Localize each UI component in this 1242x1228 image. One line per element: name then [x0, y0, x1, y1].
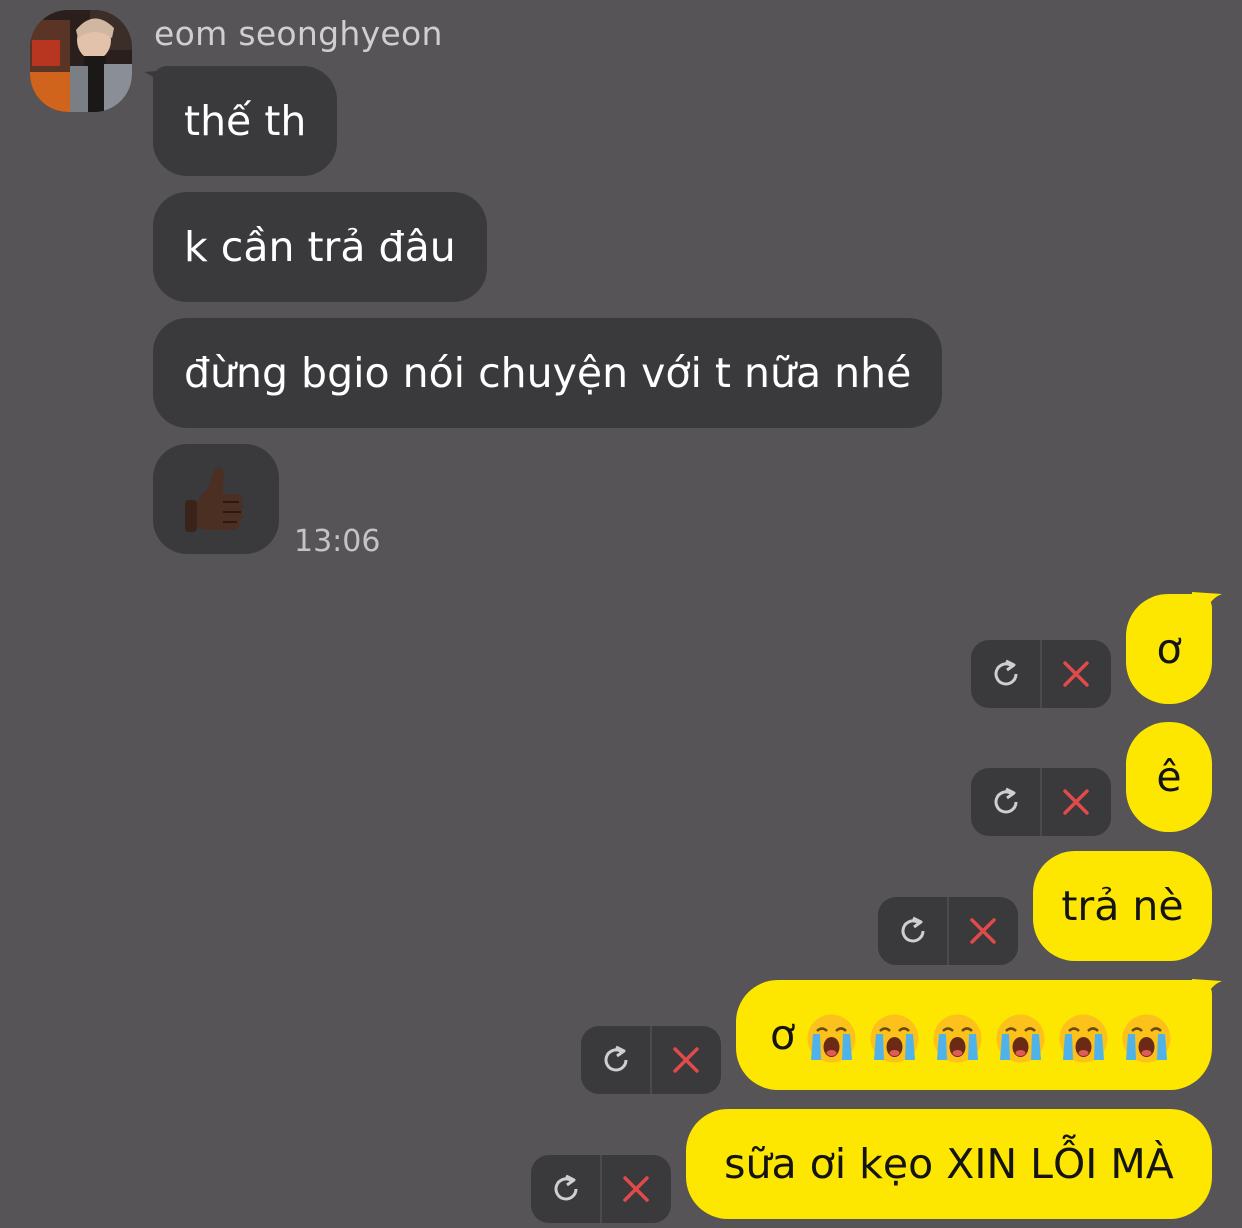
incoming-message[interactable]: thế th — [153, 66, 338, 176]
loudly-crying-face-icon — [807, 1014, 856, 1062]
delete-button[interactable] — [949, 897, 1018, 965]
contact-name: eom seonghyeon — [154, 14, 443, 53]
failed-message-actions — [971, 640, 1111, 708]
incoming-message[interactable]: k cần trả đâu — [153, 192, 487, 302]
outgoing-message[interactable]: sữa ơi kẹo XIN LỖI MÀ — [686, 1109, 1212, 1219]
message-text: ê — [1156, 753, 1182, 801]
retry-button[interactable] — [971, 640, 1040, 708]
delete-icon — [673, 1047, 700, 1073]
contact-avatar[interactable] — [30, 10, 132, 112]
retry-button[interactable] — [581, 1026, 650, 1094]
failed-message-actions — [878, 897, 1018, 965]
delete-button[interactable] — [1042, 640, 1111, 708]
message-text: trả nè — [1061, 882, 1184, 930]
delete-icon — [1063, 661, 1090, 687]
loudly-crying-face-icon — [1122, 1014, 1171, 1062]
delete-icon — [970, 918, 997, 944]
delete-button[interactable] — [1042, 768, 1111, 836]
loudly-crying-face-icon — [996, 1014, 1045, 1062]
outgoing-message[interactable]: ơ — [736, 980, 1212, 1090]
emoji-row — [795, 1011, 1173, 1062]
delete-icon — [1063, 789, 1090, 815]
loudly-crying-face-icon — [933, 1014, 982, 1062]
retry-icon — [994, 659, 1017, 686]
failed-message-actions — [971, 768, 1111, 836]
retry-button[interactable] — [878, 897, 947, 965]
message-time: 13:06 — [294, 524, 381, 559]
message-text: ơ — [1156, 625, 1182, 673]
retry-icon — [994, 787, 1017, 814]
message-text: ơ — [770, 1011, 796, 1059]
retry-icon — [901, 916, 924, 943]
message-text: sữa ơi kẹo XIN LỖI MÀ — [724, 1140, 1174, 1188]
message-text: đừng bgio nói chuyện với t nữa nhé — [184, 349, 912, 397]
thumbs-up-icon — [185, 467, 243, 532]
incoming-message[interactable]: đừng bgio nói chuyện với t nữa nhé — [153, 318, 943, 428]
retry-button[interactable] — [971, 768, 1040, 836]
retry-button[interactable] — [531, 1155, 600, 1223]
delete-button[interactable] — [602, 1155, 671, 1223]
retry-icon — [554, 1174, 577, 1201]
delete-button[interactable] — [652, 1026, 721, 1094]
incoming-emoji-message[interactable] — [153, 444, 279, 554]
failed-message-actions — [581, 1026, 721, 1094]
message-text: k cần trả đâu — [184, 223, 456, 271]
delete-icon — [623, 1176, 650, 1202]
outgoing-message[interactable]: ê — [1126, 722, 1212, 832]
loudly-crying-face-icon — [870, 1014, 919, 1062]
outgoing-message[interactable]: ơ — [1126, 594, 1212, 704]
loudly-crying-face-icon — [1059, 1014, 1108, 1062]
message-text: thế th — [184, 97, 307, 145]
avatar-photo — [30, 10, 132, 112]
retry-icon — [604, 1045, 627, 1072]
failed-message-actions — [531, 1155, 671, 1223]
outgoing-message[interactable]: trả nè — [1033, 851, 1212, 961]
